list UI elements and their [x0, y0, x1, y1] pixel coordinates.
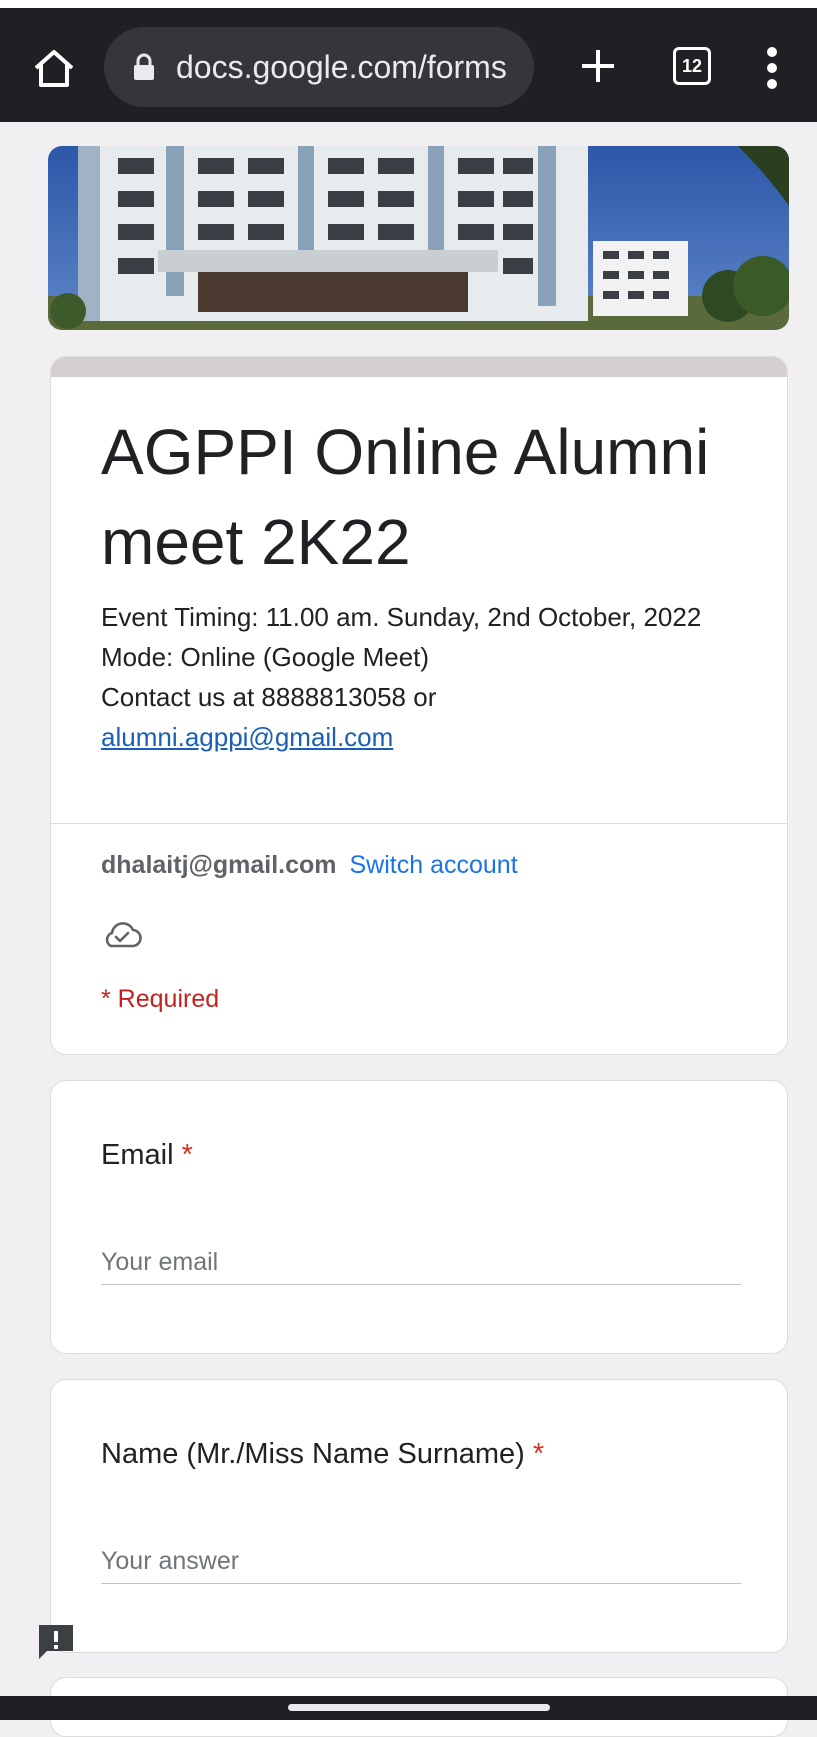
account-email: dhalaitj@gmail.com	[101, 851, 337, 879]
more-vert-icon[interactable]	[766, 46, 778, 90]
status-strip	[0, 0, 817, 8]
tab-switcher-button[interactable]: 12	[673, 47, 711, 85]
divider	[51, 823, 787, 824]
question-card-name: Name (Mr./Miss Name Surname) *	[50, 1379, 788, 1653]
question-label: Name (Mr./Miss Name Surname) *	[101, 1438, 544, 1471]
form-title: AGPPI Online Alumni meet 2K22	[101, 416, 710, 578]
feedback-icon[interactable]	[36, 1622, 76, 1662]
lock-icon	[134, 53, 154, 80]
form-description: Event Timing: 11.00 am. Sunday, 2nd Octo…	[101, 597, 751, 757]
question-title: Name (Mr./Miss Name Surname)	[101, 1438, 525, 1470]
switch-account-link[interactable]: Switch account	[350, 851, 518, 879]
required-asterisk: *	[181, 1139, 193, 1171]
gesture-handle[interactable]	[288, 1704, 550, 1711]
contact-text: Contact us at 8888813058 or	[101, 682, 437, 712]
contact-email-link[interactable]: alumni.agppi@gmail.com	[101, 717, 751, 757]
name-input[interactable]	[101, 1540, 741, 1584]
home-icon[interactable]	[30, 44, 78, 92]
title-accent-bar	[51, 357, 787, 377]
question-card-email: Email *	[50, 1080, 788, 1354]
question-title: Email	[101, 1139, 174, 1171]
cloud-saved-icon	[105, 922, 142, 948]
new-tab-icon[interactable]	[578, 46, 618, 86]
email-input[interactable]	[101, 1241, 741, 1285]
event-timing-text: Event Timing: 11.00 am. Sunday, 2nd Octo…	[101, 602, 702, 632]
required-note: * Required	[101, 985, 220, 1013]
system-nav-bar	[0, 1696, 817, 1720]
address-bar[interactable]: docs.google.com/forms	[104, 27, 534, 107]
account-row: dhalaitj@gmail.com Switch account	[101, 851, 518, 880]
browser-toolbar: docs.google.com/forms 12	[0, 8, 817, 122]
question-label: Email *	[101, 1139, 193, 1172]
required-asterisk: *	[532, 1438, 545, 1470]
url-text: docs.google.com/forms	[176, 49, 507, 85]
form-header-card: AGPPI Online Alumni meet 2K22 Event Timi…	[50, 356, 788, 1055]
mode-text: Mode: Online (Google Meet)	[101, 642, 430, 672]
header-image	[48, 146, 789, 330]
